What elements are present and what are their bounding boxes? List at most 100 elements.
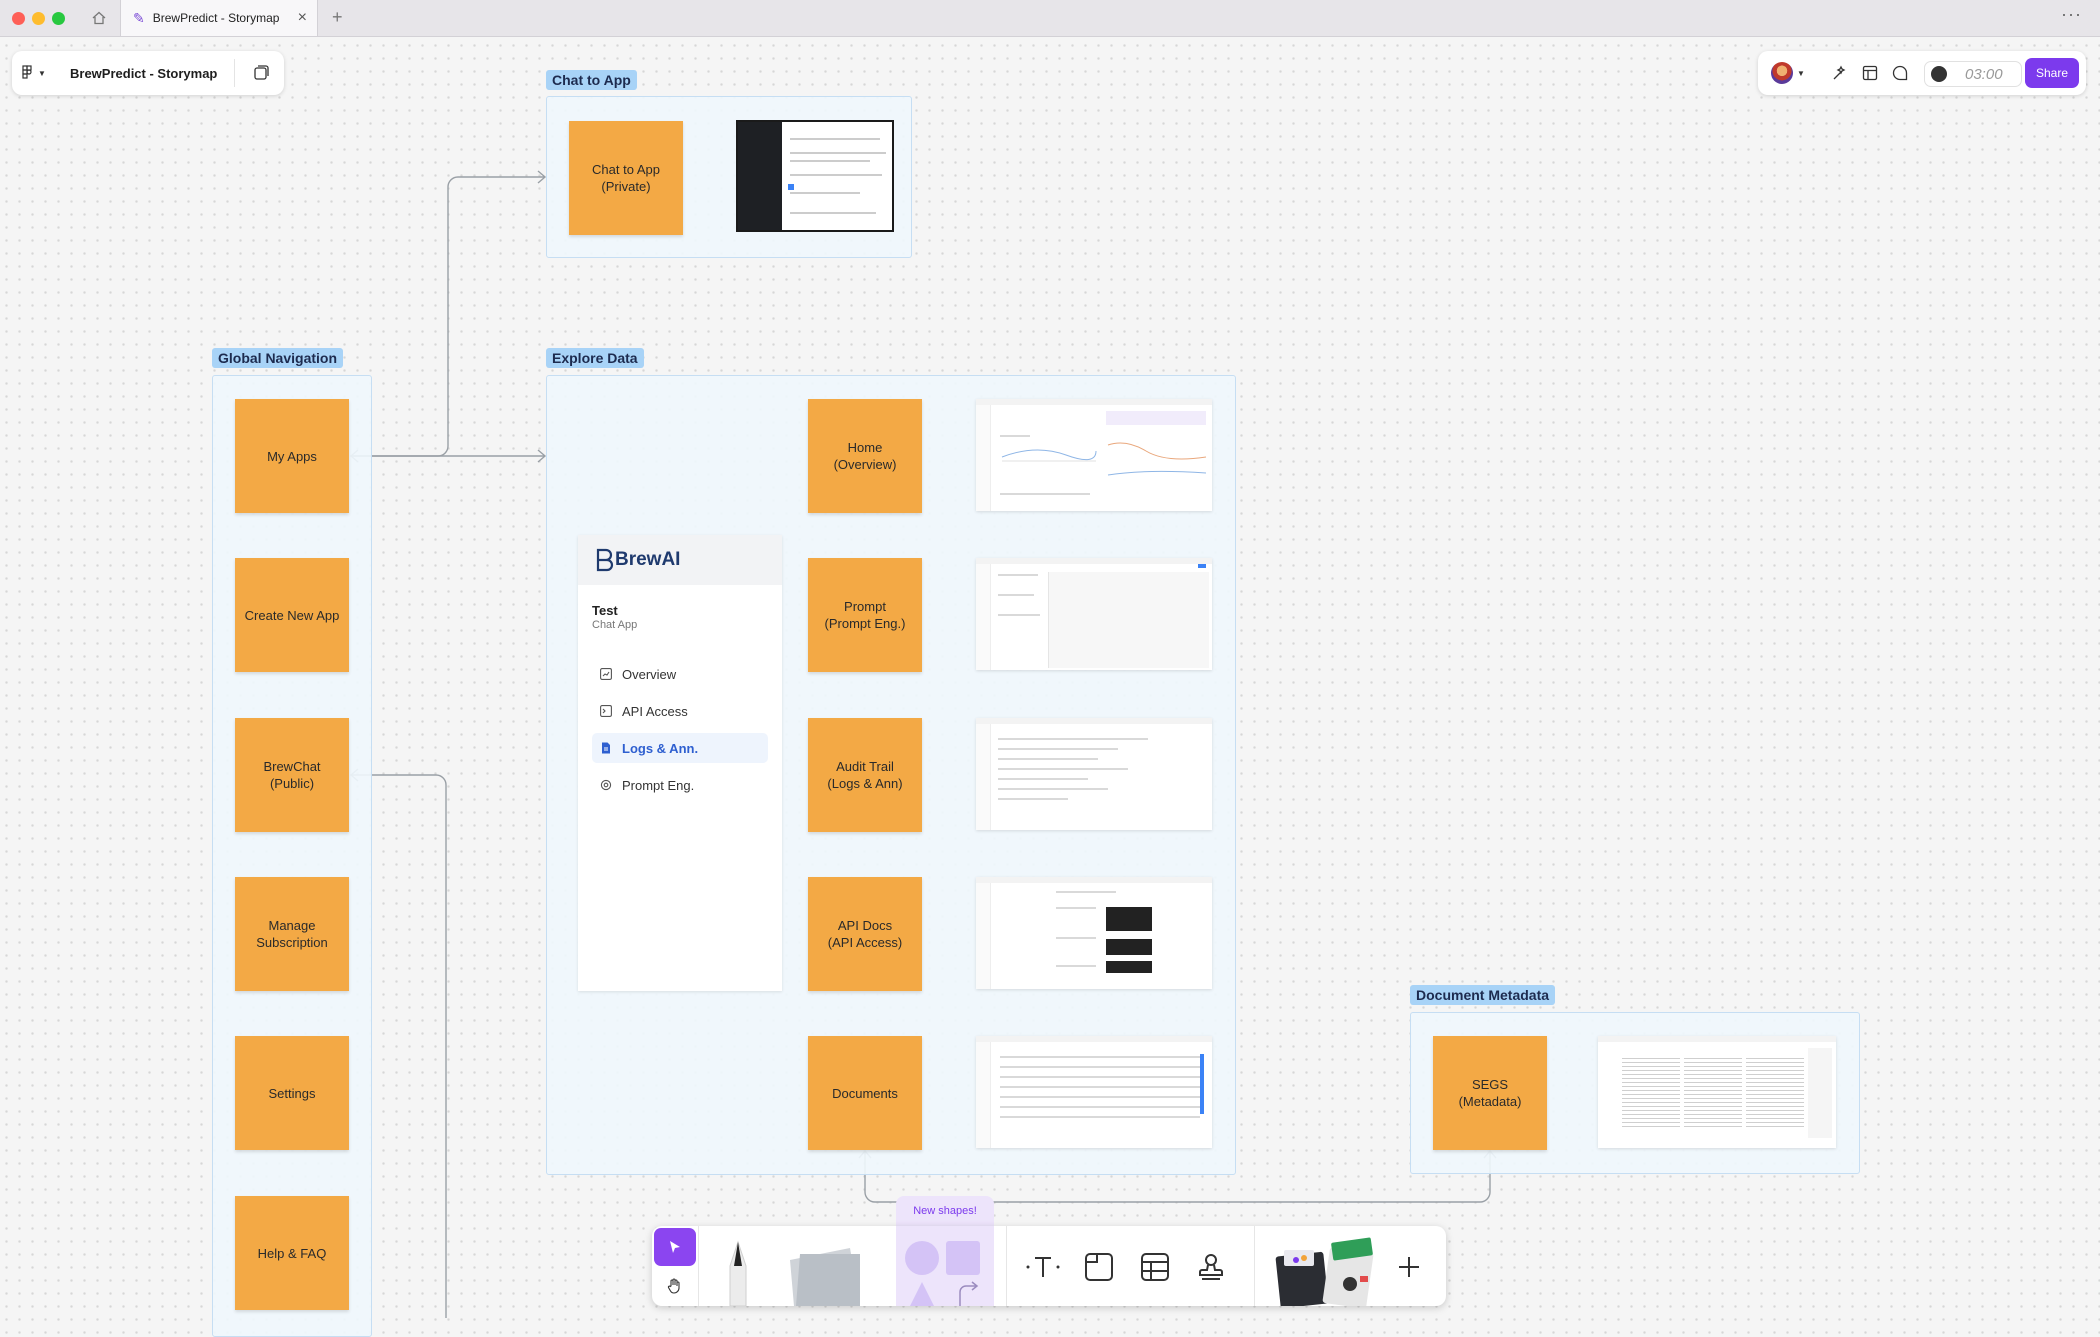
ai-sparkle-icon[interactable]: [1828, 63, 1852, 83]
thumbnail-line: [998, 614, 1040, 616]
stamp-icon: [1199, 1254, 1223, 1280]
thumbnail-line: [790, 138, 880, 140]
plus-icon: [1399, 1257, 1419, 1277]
sticky-note[interactable]: Documents: [808, 1036, 922, 1150]
new-tab-icon[interactable]: +: [332, 7, 343, 28]
hand-tool-button[interactable]: [654, 1268, 696, 1304]
sticky-note[interactable]: Help & FAQ: [235, 1196, 349, 1310]
sticky-note[interactable]: SEGS (Metadata): [1433, 1036, 1547, 1150]
thumbnail-line: [1056, 937, 1096, 939]
new-shapes-badge[interactable]: New shapes!: [896, 1196, 994, 1226]
widgets-tool-button[interactable]: [1270, 1236, 1382, 1306]
timer[interactable]: 03:00: [1924, 61, 2022, 87]
minimize-window-button[interactable]: [32, 12, 45, 25]
close-window-button[interactable]: [12, 12, 25, 25]
pages-icon[interactable]: [250, 62, 272, 84]
comment-icon[interactable]: [1888, 63, 1912, 83]
timer-icon: [1931, 66, 1947, 82]
sticky-note[interactable]: Settings: [235, 1036, 349, 1150]
share-button[interactable]: Share: [2025, 58, 2079, 88]
more-tools-button[interactable]: [1390, 1248, 1428, 1286]
prompt-screenshot-thumbnail[interactable]: [976, 558, 1212, 670]
sticky-note[interactable]: My Apps: [235, 399, 349, 513]
thumbnail-editor: [1048, 572, 1209, 668]
nav-item-overview[interactable]: Overview: [592, 659, 768, 689]
chevron-down-icon: ▼: [1797, 68, 1805, 78]
thumbnail-code-block: [1106, 961, 1152, 973]
home-screenshot-thumbnail[interactable]: [976, 399, 1212, 511]
thumbnail-line: [1000, 1086, 1200, 1088]
thumbnail-line: [1056, 965, 1096, 967]
collaboration-panel: ▼ 03:00 Share: [1758, 51, 2086, 95]
thumbnail-line: [998, 768, 1128, 770]
brewai-sidebar-mockup[interactable]: BrewAI Test Chat App Overview API Access…: [578, 535, 782, 991]
nav-label: Logs & Ann.: [622, 740, 699, 756]
browser-tab[interactable]: ✎ BrewPredict - Storymap ×: [120, 0, 318, 36]
brewai-logo: BrewAI: [595, 548, 680, 572]
sticky-note[interactable]: Create New App: [235, 558, 349, 672]
sticky-note[interactable]: API Docs (API Access): [808, 877, 922, 991]
thumbnail-line: [998, 758, 1098, 760]
section-label-chat-to-app[interactable]: Chat to App: [546, 70, 637, 90]
thumbnail-line: [998, 778, 1088, 780]
marker-icon: [729, 1240, 747, 1306]
divider: [1006, 1226, 1007, 1306]
app-type: Chat App: [592, 619, 638, 631]
home-icon[interactable]: [86, 6, 112, 30]
documents-screenshot-thumbnail[interactable]: [976, 1036, 1212, 1148]
sticky-note[interactable]: Manage Subscription: [235, 877, 349, 991]
sticky-note[interactable]: Chat to App (Private): [569, 121, 683, 235]
browser-titlebar: ✎ BrewPredict - Storymap × + ···: [0, 0, 2100, 37]
shapes-icon: [905, 1241, 980, 1306]
thumbnail-topbar: [976, 877, 1212, 883]
sticky-note[interactable]: Audit Trail (Logs & Ann): [808, 718, 922, 832]
select-tool-button[interactable]: [654, 1228, 696, 1266]
user-avatar[interactable]: ▼: [1768, 62, 1808, 84]
brewai-logo-icon: [596, 548, 614, 572]
app-name: Test: [592, 603, 618, 618]
maximize-window-button[interactable]: [52, 12, 65, 25]
thumbnail-line: [1000, 1066, 1200, 1068]
section-tool-button[interactable]: [1080, 1248, 1118, 1286]
thumbnail-line: [790, 212, 876, 214]
section-label-global-navigation[interactable]: Global Navigation: [212, 348, 344, 368]
stamp-tool-button[interactable]: [1192, 1248, 1230, 1286]
sticky-stack-tool-button[interactable]: [784, 1240, 864, 1306]
brewai-header: BrewAI: [578, 535, 782, 585]
api-docs-screenshot-thumbnail[interactable]: [976, 877, 1212, 989]
file-name[interactable]: BrewPredict - Storymap: [70, 66, 217, 81]
text-tool-button[interactable]: [1024, 1248, 1062, 1286]
sticky-note[interactable]: Prompt (Prompt Eng.): [808, 558, 922, 672]
avatar: [1771, 62, 1794, 84]
audit-trail-screenshot-thumbnail[interactable]: [976, 718, 1212, 830]
thumbnail-line: [998, 574, 1038, 576]
chevron-down-icon: ▼: [38, 68, 46, 78]
thumbnail-sidebar: [976, 1042, 991, 1148]
layout-icon[interactable]: [1858, 63, 1882, 83]
section-global-navigation[interactable]: [212, 375, 372, 1337]
chat-screenshot-thumbnail[interactable]: [736, 120, 894, 232]
thumbnail-sidebar: [976, 724, 991, 830]
brewai-logo-text: BrewAI: [615, 549, 681, 570]
section-label-explore-data[interactable]: Explore Data: [546, 348, 644, 368]
main-menu-button[interactable]: ▼: [12, 65, 56, 81]
segs-screenshot-thumbnail[interactable]: [1598, 1036, 1836, 1148]
thumbnail-line: [790, 174, 882, 176]
nav-item-api-access[interactable]: API Access: [592, 696, 768, 726]
thumbnail-line: [790, 160, 870, 162]
close-tab-icon[interactable]: ×: [298, 9, 307, 27]
sticky-note[interactable]: Home (Overview): [808, 399, 922, 513]
divider: [234, 59, 235, 87]
shapes-tool-button[interactable]: [896, 1226, 994, 1306]
table-tool-button[interactable]: [1136, 1248, 1174, 1286]
sticky-note[interactable]: BrewChat (Public): [235, 718, 349, 832]
thumbnail-line: [998, 798, 1068, 800]
nav-item-logs-ann[interactable]: Logs & Ann.: [592, 733, 768, 763]
divider: [1254, 1226, 1255, 1306]
marker-tool-button[interactable]: [718, 1236, 758, 1306]
nav-item-prompt-eng[interactable]: Prompt Eng.: [592, 770, 768, 800]
section-label-document-metadata[interactable]: Document Metadata: [1410, 985, 1556, 1005]
cursor-icon: [670, 1241, 680, 1253]
document-icon: [600, 742, 612, 754]
more-icon[interactable]: ···: [2061, 4, 2082, 25]
